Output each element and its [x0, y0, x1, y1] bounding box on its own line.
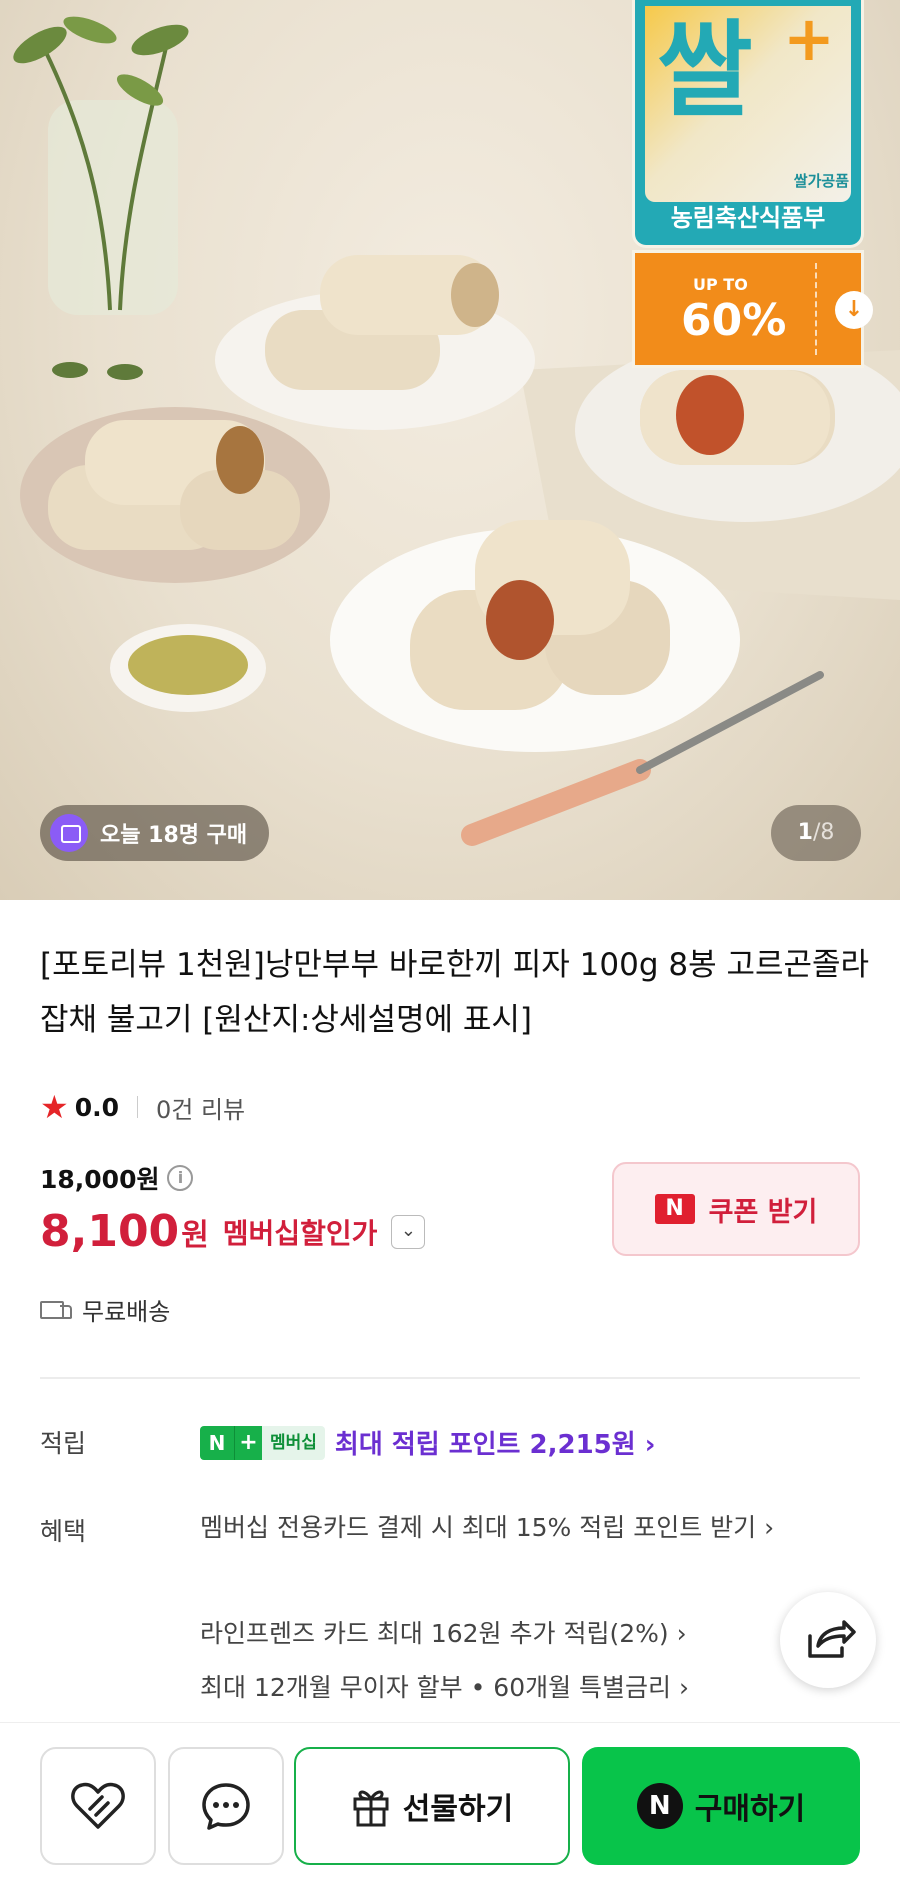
rice-logo: 쌀 — [657, 9, 753, 131]
rating-score: 0.0 — [74, 1092, 119, 1122]
buyers-today-pill: 오늘 18명 구매 — [40, 805, 270, 861]
buy-button-label: 구매하기 — [694, 1792, 806, 1827]
get-coupon-button[interactable]: N 쿠폰 받기 — [612, 1162, 860, 1256]
ministry-label: 농림축산식품부 — [670, 204, 826, 232]
truck-icon — [40, 1299, 72, 1321]
heart-icon — [71, 1782, 125, 1829]
product-title: [포토리뷰 1천원]낭만부부 바로한끼 피자 100g 8봉 고르곤졸라 잡채 … — [40, 947, 870, 1038]
rating-row[interactable]: ★ 0.0 0건 리뷰 — [40, 1088, 245, 1126]
info-icon[interactable]: i — [167, 1165, 194, 1191]
sale-price-row: 8,100 원 멤버십할인가 ⌄ — [40, 1206, 426, 1257]
rice-logo-plus: + — [783, 2, 835, 75]
gift-icon — [353, 1790, 389, 1827]
plus-icon: + — [234, 1425, 262, 1460]
share-button[interactable] — [780, 1592, 876, 1688]
review-count[interactable]: 0건 리뷰 — [156, 1090, 245, 1125]
original-price-row: 18,000원 i — [40, 1160, 194, 1196]
benefit-installment[interactable]: 최대 12개월 무이자 할부 • 60개월 특별금리 › — [200, 1666, 780, 1710]
rating-separator — [136, 1096, 138, 1118]
promo-up-to: UP TO — [693, 275, 748, 294]
sale-price: 8,100 — [40, 1206, 180, 1257]
naver-plus-membership-badge: N + 멤버십 — [200, 1425, 325, 1460]
sale-price-unit: 원 — [181, 1217, 209, 1253]
section-divider — [40, 1377, 860, 1379]
membership-text: 멤버십 — [262, 1425, 325, 1460]
star-icon: ★ — [40, 1088, 69, 1126]
discount-promo-badge[interactable]: UP TO 60% ↓ — [632, 250, 873, 368]
image-counter-current: 1 — [797, 820, 813, 845]
talk-talk-button[interactable] — [168, 1747, 284, 1865]
image-counter-total: 8 — [820, 820, 835, 845]
benefits-label: 혜택 — [40, 1517, 87, 1546]
max-points-text[interactable]: 최대 적립 포인트 2,215원 › — [335, 1424, 656, 1461]
points-label: 적립 — [40, 1429, 87, 1458]
coupon-button-label: 쿠폰 받기 — [708, 1196, 818, 1228]
chat-bubble-icon — [202, 1783, 250, 1830]
buyers-today-text: 오늘 18명 구매 — [100, 823, 248, 848]
gift-button[interactable]: 선물하기 — [294, 1747, 570, 1865]
shopping-bag-icon — [50, 814, 88, 852]
rice-product-badge: 쌀 + 쌀가공품 농림축산식품부 — [632, 0, 864, 248]
naver-logo-icon: N — [654, 1194, 695, 1224]
benefit-linefriends-card[interactable]: 라인프렌즈 카드 최대 162원 추가 적립(2%) › — [200, 1612, 780, 1656]
purchase-bar: 선물하기 N 구매하기 — [0, 1722, 900, 1888]
promo-divider — [815, 263, 817, 355]
benefit-membership-card[interactable]: 멤버십 전용카드 결제 시 최대 15% 적립 포인트 받기 › — [200, 1506, 860, 1550]
share-icon — [808, 1620, 856, 1658]
download-icon[interactable]: ↓ — [835, 291, 873, 329]
buy-button[interactable]: N 구매하기 — [582, 1747, 860, 1865]
promo-percent: 60% — [681, 295, 787, 346]
naver-pay-icon: N — [636, 1783, 683, 1829]
naver-n-icon: N — [200, 1425, 234, 1460]
product-hero-image[interactable]: 쌀 + 쌀가공품 농림축산식품부 UP TO 60% ↓ 오늘 18명 구매 1… — [0, 0, 900, 900]
points-row[interactable]: N + 멤버십 최대 적립 포인트 2,215원 › — [200, 1424, 655, 1461]
shipping-text: 무료배송 — [82, 1298, 171, 1326]
shipping-row: 무료배송 — [40, 1292, 170, 1327]
rice-badge-subtitle: 쌀가공품 — [793, 172, 849, 190]
chevron-down-icon[interactable]: ⌄ — [391, 1214, 426, 1249]
original-price: 18,000원 — [40, 1165, 160, 1194]
wishlist-button[interactable] — [40, 1747, 156, 1865]
gift-button-label: 선물하기 — [402, 1792, 514, 1827]
image-counter: 1/8 — [771, 805, 861, 861]
membership-discount-label: 멤버십할인가 — [222, 1216, 378, 1250]
